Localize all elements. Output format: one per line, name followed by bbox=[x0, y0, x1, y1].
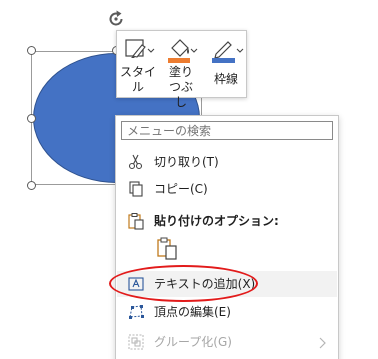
context-menu: 切り取り(T) コピー(C) 貼り付けのオプション: bbox=[115, 115, 339, 359]
outline-button[interactable]: 枠線 bbox=[207, 34, 245, 96]
menu-item-add-text-label: テキストの追加(X) bbox=[154, 277, 256, 291]
menu-item-cut-label: 切り取り(T) bbox=[154, 155, 219, 169]
menu-item-add-text[interactable]: テキストの追加(X) bbox=[117, 271, 337, 297]
resize-handle-middle-left[interactable] bbox=[27, 114, 36, 123]
style-label: スタイル bbox=[120, 65, 157, 94]
resize-handle-bottom-left[interactable] bbox=[27, 181, 36, 190]
fill-label: 塗りつぶし bbox=[168, 65, 193, 109]
paste-keep-source-icon[interactable] bbox=[156, 236, 180, 262]
fill-color-swatch bbox=[168, 58, 190, 63]
menu-item-paste-options: 貼り付けのオプション: bbox=[117, 208, 337, 234]
menu-item-group-label: グループ化(G) bbox=[154, 335, 232, 349]
paste-options-header: 貼り付けのオプション: bbox=[154, 214, 279, 228]
edit-points-icon bbox=[127, 303, 145, 321]
outline-pen-icon bbox=[207, 36, 245, 64]
resize-handle-top-left[interactable] bbox=[27, 46, 36, 55]
slide-canvas: スタイル 塗りつぶし 枠線 メニューの検索 切り取り(T) コピー(C) 貼り付… bbox=[0, 0, 378, 359]
menu-item-edit-points[interactable]: 頂点の編集(E) bbox=[117, 299, 337, 325]
outline-color-swatch bbox=[212, 58, 235, 63]
menu-item-group: グループ化(G) bbox=[117, 329, 337, 355]
copy-icon bbox=[127, 180, 145, 198]
menu-item-cut[interactable]: 切り取り(T) bbox=[117, 149, 337, 175]
style-button[interactable]: スタイル bbox=[120, 34, 156, 96]
chevron-right-icon bbox=[317, 335, 327, 349]
paint-bucket-icon bbox=[163, 36, 199, 64]
shape-style-icon bbox=[120, 36, 156, 64]
paste-icon bbox=[127, 212, 145, 230]
menu-item-edit-points-label: 頂点の編集(E) bbox=[154, 305, 231, 319]
fill-button[interactable]: 塗りつぶし bbox=[163, 34, 199, 109]
text-box-icon bbox=[127, 275, 145, 293]
menu-item-copy[interactable]: コピー(C) bbox=[117, 176, 337, 202]
rotate-handle-icon[interactable] bbox=[106, 9, 126, 29]
outline-label: 枠線 bbox=[213, 72, 238, 86]
menu-search-input[interactable] bbox=[121, 121, 333, 140]
scissors-icon bbox=[127, 153, 145, 171]
group-icon bbox=[127, 333, 145, 351]
menu-item-copy-label: コピー(C) bbox=[154, 182, 208, 196]
mini-toolbar: スタイル 塗りつぶし 枠線 bbox=[116, 30, 247, 109]
